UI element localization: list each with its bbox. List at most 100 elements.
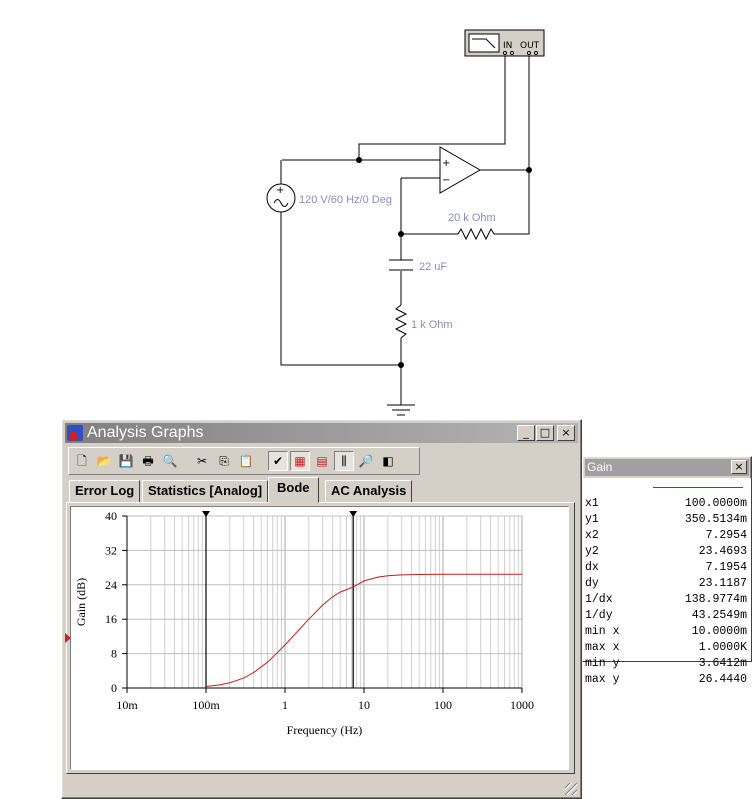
gain-row-key: x1 bbox=[585, 497, 599, 510]
toggle-grid-icon[interactable]: ✔ bbox=[268, 451, 288, 471]
maximize-button[interactable]: □ bbox=[536, 425, 554, 441]
gain-data-point bbox=[442, 573, 444, 575]
gain-row-value: 7.2954 bbox=[705, 529, 747, 542]
y-tick-label: 16 bbox=[105, 612, 117, 626]
gain-data-point bbox=[363, 580, 365, 582]
close-button[interactable]: × bbox=[557, 425, 575, 441]
x-tick-label: 10m bbox=[116, 698, 138, 712]
copy-icon[interactable]: ⎘ bbox=[214, 451, 234, 471]
gain-data-point bbox=[276, 652, 278, 654]
circuit-schematic: + + − 120 V/60 Hz/0 Deg 20 k Ohm 22 uF 1… bbox=[266, 29, 545, 416]
x-axis-label: Frequency (Hz) bbox=[287, 723, 363, 737]
source-label: 120 V/60 Hz/0 Deg bbox=[299, 194, 392, 206]
gain-row-key: min y bbox=[585, 657, 620, 670]
gain-data-point bbox=[352, 586, 354, 588]
x-tick-label: 10 bbox=[358, 698, 370, 712]
gain-row-y2: y2 23.4693 bbox=[585, 545, 747, 561]
save-icon[interactable]: 💾 bbox=[116, 451, 136, 471]
gain-row-value: 23.4693 bbox=[698, 545, 747, 558]
gain-row-x1: x1 100.0000m bbox=[585, 497, 747, 513]
opamp-minus-label: − bbox=[442, 175, 450, 186]
gain-data-point bbox=[521, 573, 523, 575]
grid-icon[interactable]: ▦ bbox=[290, 451, 310, 471]
gain-row-key: y1 bbox=[585, 513, 599, 526]
print-icon[interactable]: 🖶 bbox=[138, 451, 158, 471]
gain-row-key: 1/dx bbox=[585, 593, 613, 606]
gain-title: Gain bbox=[587, 460, 613, 474]
gain-row-min-y: min y 3.6412m bbox=[585, 657, 747, 673]
gain-row-x2: x2 7.2954 bbox=[585, 529, 747, 545]
x-tick-label: 100m bbox=[192, 698, 220, 712]
capacitor-label: 22 uF bbox=[419, 261, 447, 273]
opamp-plus-label: + bbox=[442, 158, 450, 169]
gain-row-key: max y bbox=[585, 673, 620, 686]
bode-gain-chart[interactable]: 0 8 16 24 32 40 10m 100m 1 10 100 1000 Frequency (Hz… bbox=[71, 507, 568, 769]
bode-out-label: OUT bbox=[520, 41, 540, 51]
bode-plotter-instrument[interactable]: IN OUT bbox=[464, 29, 545, 57]
analysis-graphs-window: Analysis Graphs _ □ × 🗋 📂 💾 🖶 🔍 ✂ ⎘ 📋 ✔ … bbox=[61, 419, 582, 799]
paste-icon[interactable]: 📋 bbox=[236, 451, 256, 471]
tab-bode[interactable]: Bode bbox=[268, 477, 319, 503]
gain-row-key: dx bbox=[585, 561, 599, 574]
gain-data-point bbox=[377, 576, 379, 578]
gain-data-point bbox=[401, 574, 403, 576]
y-tick-label: 8 bbox=[111, 647, 117, 661]
gain-row-value: 10.0000m bbox=[691, 625, 747, 638]
cut-icon[interactable]: ✂ bbox=[192, 451, 212, 471]
cursors-icon[interactable]: ⫼ bbox=[334, 451, 354, 471]
y-tick-label: 24 bbox=[105, 578, 117, 592]
open-icon[interactable]: 📂 bbox=[94, 451, 114, 471]
window-title: Analysis Graphs bbox=[87, 424, 204, 441]
gain-row-dy: dy 23.1187 bbox=[585, 577, 747, 593]
r-feedback-label: 20 k Ohm bbox=[448, 212, 496, 224]
gain-row-dx: dx 7.1954 bbox=[585, 561, 747, 577]
gain-row-key: x2 bbox=[585, 529, 599, 542]
new-icon[interactable]: 🗋 bbox=[72, 451, 92, 471]
gain-title-bar[interactable]: Gain × bbox=[585, 459, 749, 476]
gain-data-point bbox=[219, 684, 221, 686]
gain-row-min-x: min x 10.0000m bbox=[585, 625, 747, 641]
y-axis-label: Gain (dB) bbox=[74, 578, 88, 626]
tab-error-log[interactable]: Error Log bbox=[69, 480, 141, 503]
gain-row-key: dy bbox=[585, 577, 599, 590]
print-preview-icon[interactable]: 🔍 bbox=[160, 451, 180, 471]
gain-data-point bbox=[387, 575, 389, 577]
gain-row-key: min x bbox=[585, 625, 620, 638]
gain-close-button[interactable]: × bbox=[731, 460, 747, 474]
gain-data-point bbox=[267, 661, 268, 663]
gain-row-value: 43.2549m bbox=[691, 609, 747, 622]
gain-row-value: 350.5134m bbox=[684, 513, 747, 526]
toolbar: 🗋 📂 💾 🖶 🔍 ✂ ⎘ 📋 ✔ ▦ ▤ ⫼ 🔎 ◧ bbox=[68, 447, 420, 475]
y-tick-label: 32 bbox=[105, 543, 117, 557]
app-icon bbox=[67, 425, 83, 441]
gain-cursor-panel: Gain × x1 100.0000m y1 350.5134m x2 7.2954 y2 2… bbox=[582, 456, 752, 686]
gain-row-value: 26.4440 bbox=[698, 673, 747, 686]
gain-row-value: 3.6412m bbox=[698, 657, 747, 670]
gain-data-point bbox=[284, 644, 286, 646]
gain-row-y1: y1 350.5134m bbox=[585, 513, 747, 529]
gain-row-value: 100.0000m bbox=[684, 497, 747, 510]
x-tick-label: 100 bbox=[434, 698, 452, 712]
y-tick-label: 40 bbox=[105, 509, 117, 523]
gain-data-point bbox=[253, 672, 255, 673]
gain-row-1-dy: 1/dy 43.2549m bbox=[585, 609, 747, 625]
gain-row-value: 7.1954 bbox=[705, 561, 747, 574]
gain-row-key: y2 bbox=[585, 545, 599, 558]
title-bar[interactable]: Analysis Graphs _ □ × bbox=[65, 423, 578, 443]
gain-row-value: 1.0000K bbox=[698, 641, 747, 654]
reverse-colors-icon[interactable]: ◧ bbox=[378, 451, 398, 471]
gain-row-max-x: max x 1.0000K bbox=[585, 641, 747, 657]
gain-data-point bbox=[243, 677, 245, 679]
gain-data-point bbox=[418, 574, 420, 575]
legend-icon[interactable]: ▤ bbox=[312, 451, 332, 471]
gain-trace-line bbox=[653, 487, 743, 488]
tab-ac-analysis[interactable]: AC Analysis bbox=[325, 480, 413, 503]
gain-data-point bbox=[332, 596, 334, 598]
minimize-button[interactable]: _ bbox=[517, 425, 535, 441]
tab-statistics-analog[interactable]: Statistics [Analog] bbox=[142, 480, 269, 503]
resize-grip[interactable] bbox=[565, 783, 577, 795]
zoom-icon[interactable]: 🔎 bbox=[356, 451, 376, 471]
gain-row-1-dx: 1/dx 138.9774m bbox=[585, 593, 747, 609]
gain-data-point bbox=[339, 591, 341, 593]
x-tick-label: 1000 bbox=[510, 698, 534, 712]
